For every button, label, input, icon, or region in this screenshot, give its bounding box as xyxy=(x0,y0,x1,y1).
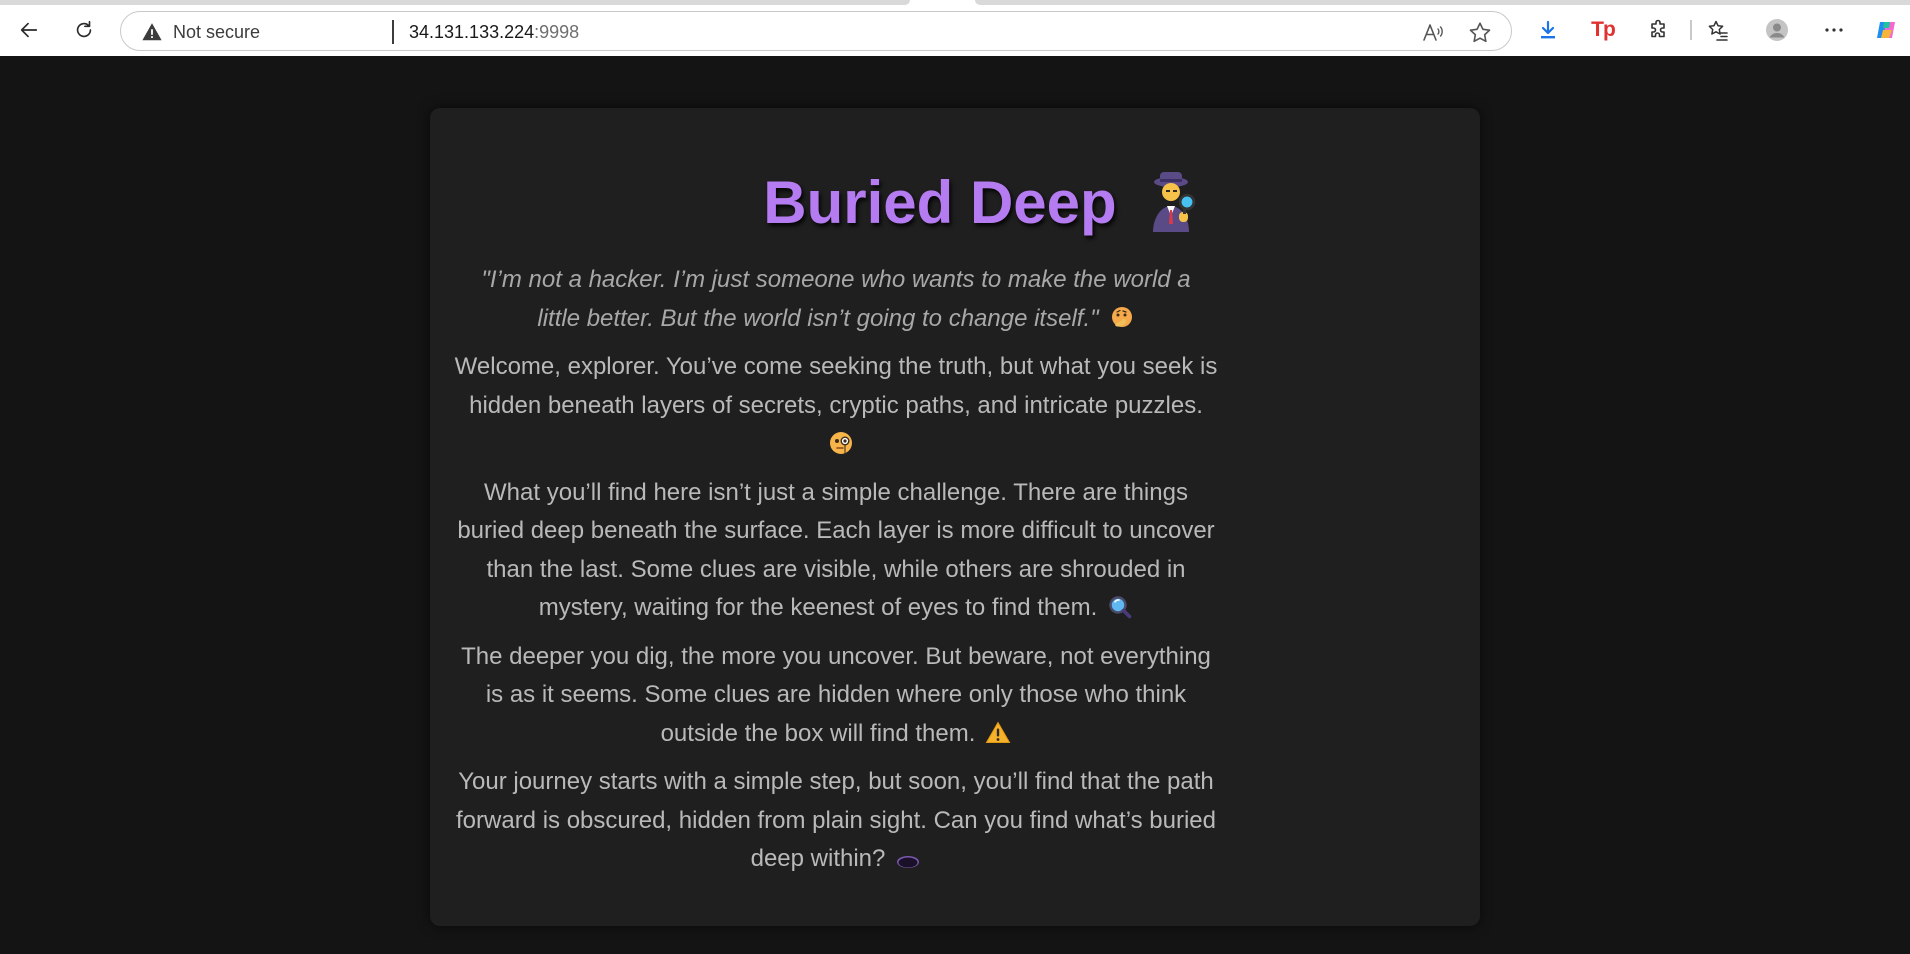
extensions-button[interactable] xyxy=(1642,13,1676,47)
reload-button[interactable] xyxy=(66,12,102,48)
paragraph-welcome: Welcome, explorer. You’ve come seeking t… xyxy=(448,348,1224,464)
face-with-monocle-emoji-icon xyxy=(830,432,852,454)
detective-emoji-icon xyxy=(1152,172,1195,232)
read-aloud-icon[interactable] xyxy=(1421,21,1445,45)
url-port: :9998 xyxy=(534,22,580,42)
tp-extension-icon: Tp xyxy=(1591,18,1616,41)
url-host: 34.131.133.224 xyxy=(409,22,535,42)
thinking-face-emoji-icon xyxy=(1111,307,1132,327)
warning-triangle-icon[interactable] xyxy=(141,21,163,43)
more-menu-icon xyxy=(1825,28,1843,32)
copilot-icon xyxy=(1877,22,1895,38)
favorite-star-icon[interactable] xyxy=(1467,20,1493,46)
back-arrow-icon xyxy=(20,22,38,38)
warning-emoji-icon xyxy=(986,720,1011,743)
copilot-button[interactable] xyxy=(1870,13,1904,47)
page-title: Buried Deep xyxy=(763,168,1117,236)
paragraph-beware-text: The deeper you dig, the more you uncover… xyxy=(461,642,1211,747)
paragraph-challenge: What you’ll find here isn’t just a simpl… xyxy=(448,474,1224,628)
magnifying-glass-emoji-icon xyxy=(1109,596,1132,619)
favorites-list-icon xyxy=(1708,20,1728,41)
paragraph-journey-text: Your journey starts with a simple step, … xyxy=(456,768,1216,872)
security-label[interactable]: Not secure xyxy=(173,22,260,43)
browser-toolbar: Not secure 34.131.133.224:9998 Tp xyxy=(0,0,1910,56)
more-menu-button[interactable] xyxy=(1817,13,1851,47)
address-divider xyxy=(392,20,394,44)
address-bar[interactable]: Not secure 34.131.133.224:9998 xyxy=(120,11,1512,51)
paragraph-welcome-text: Welcome, explorer. You’ve come seeking t… xyxy=(454,353,1218,419)
url-text[interactable]: 34.131.133.224:9998 xyxy=(409,22,579,43)
extensions-puzzle-icon xyxy=(1651,19,1665,38)
intro-quote-text: "I’m not a hacker. I’m just someone who … xyxy=(481,266,1191,332)
favorites-button[interactable] xyxy=(1701,13,1735,47)
hole-emoji-icon xyxy=(897,856,920,868)
card-content: Buried Deep "I’m not a hacker. I’m just … xyxy=(448,108,1224,879)
tab-strip xyxy=(0,0,1910,6)
page-viewport: Buried Deep "I’m not a hacker. I’m just … xyxy=(0,56,1910,954)
reload-icon xyxy=(76,20,92,38)
paragraph-challenge-text: What you’ll find here isn’t just a simpl… xyxy=(457,478,1215,622)
background-tab[interactable] xyxy=(0,0,910,5)
download-icon xyxy=(1541,20,1555,39)
downloads-button[interactable] xyxy=(1531,13,1565,47)
paragraph-journey: Your journey starts with a simple step, … xyxy=(448,763,1224,879)
intro-quote: "I’m not a hacker. I’m just someone who … xyxy=(448,260,1224,338)
paragraph-beware: The deeper you dig, the more you uncover… xyxy=(448,638,1224,754)
background-tab[interactable] xyxy=(975,0,1910,5)
profile-avatar-icon xyxy=(1766,19,1788,41)
profile-button[interactable] xyxy=(1760,13,1794,47)
back-button[interactable] xyxy=(11,12,47,48)
tp-extension-button[interactable]: Tp xyxy=(1586,13,1620,47)
page-heading: Buried Deep xyxy=(388,166,1288,238)
content-card: Buried Deep "I’m not a hacker. I’m just … xyxy=(430,108,1480,926)
toolbar-divider xyxy=(1690,20,1692,40)
